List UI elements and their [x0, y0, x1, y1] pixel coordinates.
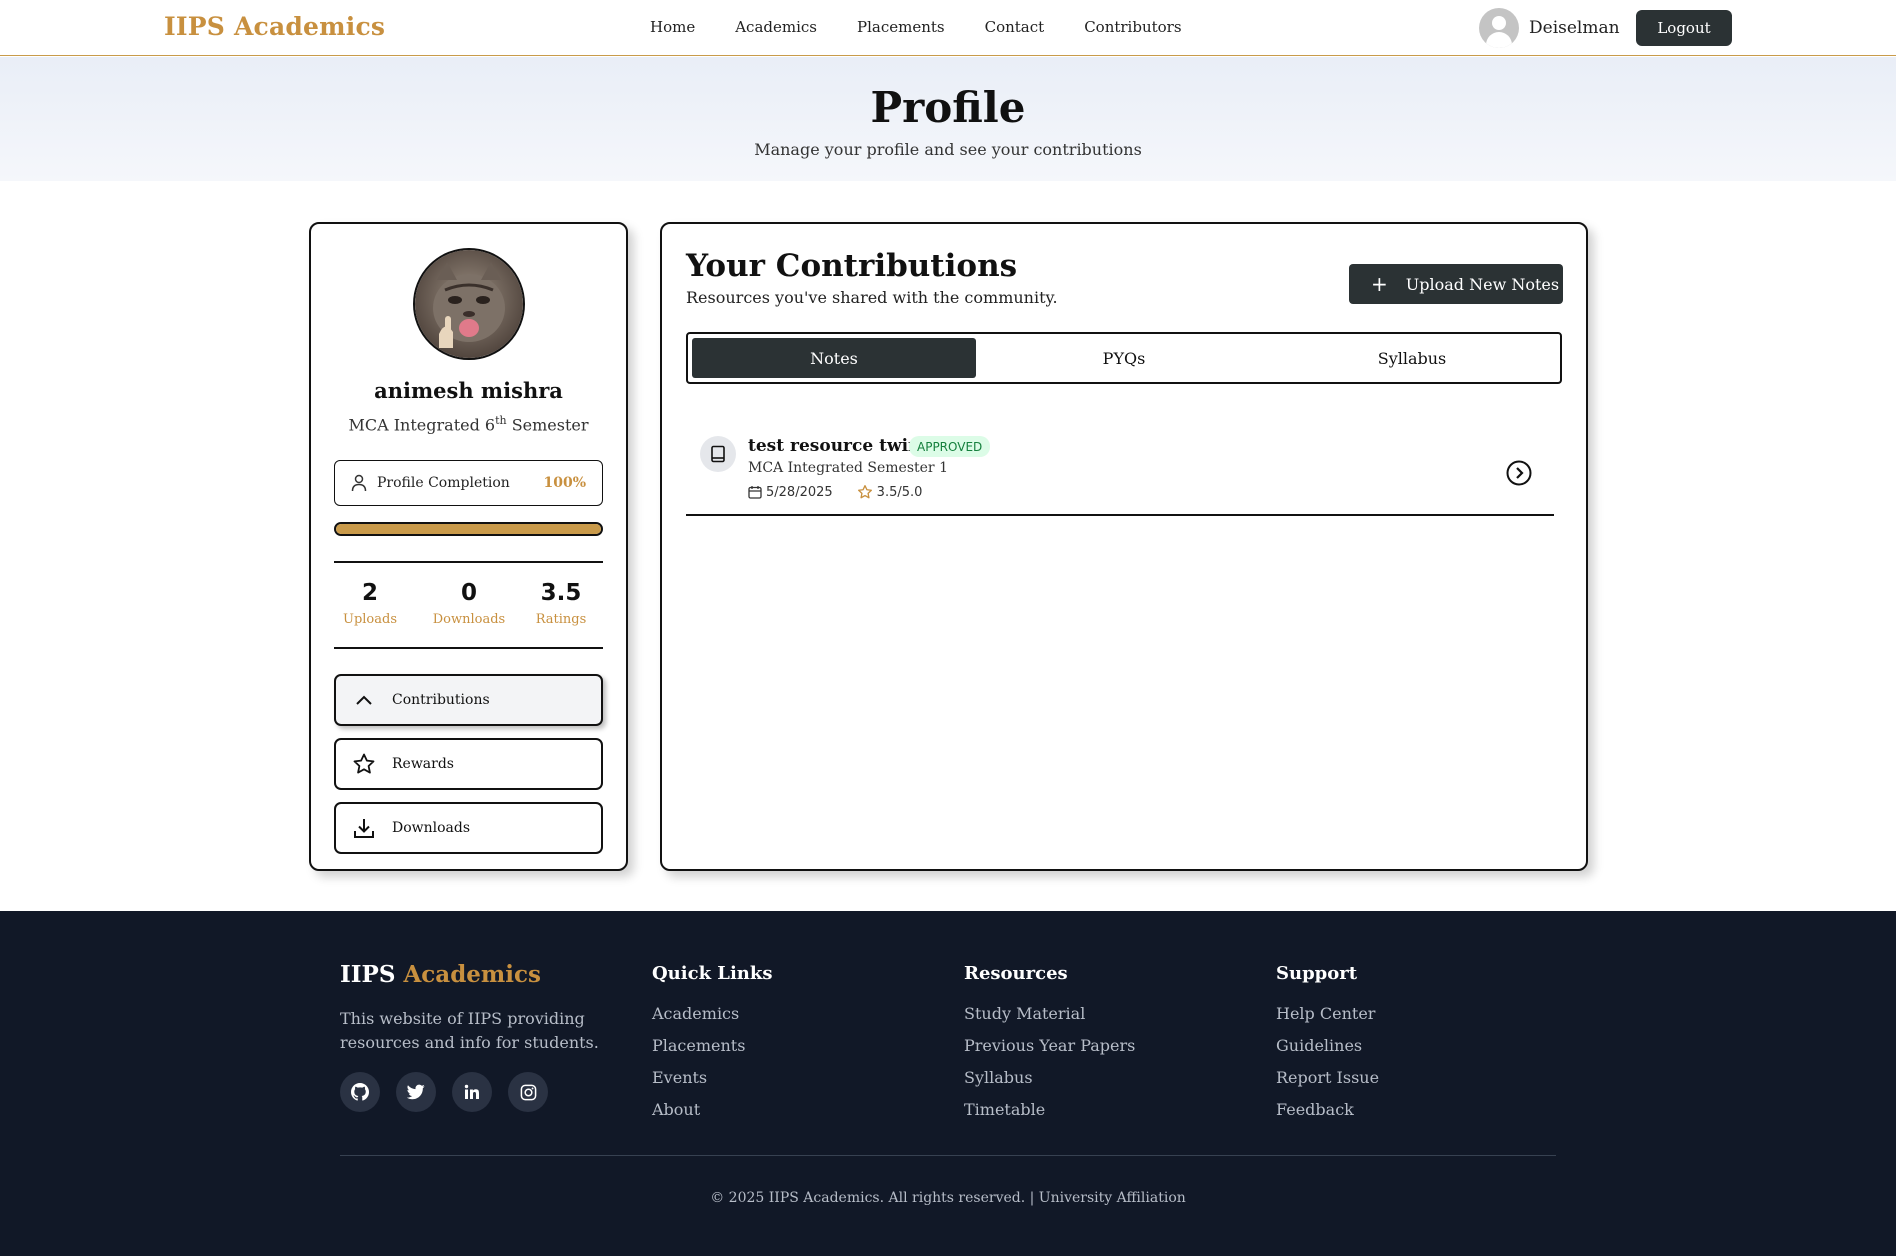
footer-brand: IIPS Academics [340, 961, 541, 988]
footer-link-feedback[interactable]: Feedback [1276, 1100, 1379, 1132]
stat-downloads: 0 Downloads [424, 580, 514, 627]
footer-link-report-issue[interactable]: Report Issue [1276, 1068, 1379, 1100]
nav-link-placements[interactable]: Placements [857, 18, 945, 36]
completion-label: Profile Completion [377, 475, 510, 491]
footer-link-previous-year-papers[interactable]: Previous Year Papers [964, 1036, 1135, 1068]
footer-link-placements[interactable]: Placements [652, 1036, 773, 1068]
stat-label: Ratings [535, 612, 587, 627]
stat-label: Uploads [342, 612, 397, 627]
profile-program: MCA Integrated 6th Semester [348, 414, 589, 435]
stat-value: 2 [361, 580, 378, 606]
footer-link-timetable[interactable]: Timetable [964, 1100, 1135, 1132]
user-avatar-icon[interactable] [1479, 8, 1519, 48]
footer-link-syllabus[interactable]: Syllabus [964, 1068, 1135, 1100]
contributions-subtitle: Resources you've shared with the communi… [686, 288, 1058, 307]
stat-value: 3.5 [540, 580, 582, 606]
footer-link-study-material[interactable]: Study Material [964, 1004, 1135, 1036]
user-icon [351, 474, 367, 492]
download-icon [352, 816, 376, 840]
github-icon[interactable] [340, 1072, 380, 1112]
footer-link-academics[interactable]: Academics [652, 1004, 773, 1036]
footer: IIPS Academics This website of IIPS prov… [0, 911, 1896, 1256]
resource-tabs: Notes PYQs Syllabus [686, 332, 1562, 384]
stat-uploads: 2 Uploads [325, 580, 415, 627]
footer-divider [340, 1155, 1556, 1156]
chevron-up-icon [352, 688, 376, 712]
status-badge: APPROVED [909, 436, 991, 457]
linkedin-icon[interactable] [452, 1072, 492, 1112]
tab-pyqs[interactable]: PYQs [980, 338, 1268, 378]
resource-course: MCA Integrated Semester 1 [748, 460, 948, 476]
stat-value: 0 [460, 580, 477, 606]
stat-ratings: 3.5 Ratings [516, 580, 606, 627]
profile-completion-box: Profile Completion 100% [334, 460, 603, 506]
profile-name: animesh mishra [374, 378, 563, 403]
footer-link-guidelines[interactable]: Guidelines [1276, 1036, 1379, 1068]
profile-card: animesh mishra MCA Integrated 6th Semest… [309, 222, 628, 871]
social-links [340, 1072, 564, 1112]
resource-rating: 3.5/5.0 [857, 484, 922, 500]
nav-link-contact[interactable]: Contact [985, 18, 1045, 36]
footer-heading: Quick Links [652, 963, 773, 984]
upload-notes-button[interactable]: + Upload New Notes [1349, 264, 1563, 304]
nav-link-home[interactable]: Home [650, 18, 695, 36]
sidebar-item-label: Contributions [392, 692, 490, 708]
footer-description: This website of IIPS providing resources… [340, 1009, 599, 1052]
footer-column-quick-links: Quick Links Academics Placements Events … [652, 963, 773, 1132]
footer-column-support: Support Help Center Guidelines Report Is… [1276, 963, 1379, 1132]
nav-link-contributors[interactable]: Contributors [1084, 18, 1181, 36]
footer-link-help-center[interactable]: Help Center [1276, 1004, 1379, 1036]
star-icon [857, 485, 872, 499]
footer-link-about[interactable]: About [652, 1100, 773, 1132]
sidebar-item-contributions[interactable]: Contributions [334, 674, 603, 726]
page-header: Profile Manage your profile and see your… [0, 57, 1896, 181]
contributions-card: Your Contributions Resources you've shar… [660, 222, 1588, 871]
footer-heading: Resources [964, 963, 1068, 984]
username[interactable]: Deiselman [1529, 18, 1620, 38]
copyright-text: © 2025 IIPS Academics. All rights reserv… [710, 1190, 1186, 1206]
top-navbar: IIPS Academics Home Academics Placements… [0, 0, 1896, 56]
brand-logo[interactable]: IIPS Academics [164, 12, 385, 41]
user-menu[interactable]: Deiselman [1479, 8, 1620, 48]
resource-date: 5/28/2025 [748, 485, 833, 500]
star-icon [352, 752, 376, 776]
footer-heading: Support [1276, 963, 1358, 984]
list-item[interactable]: test resource twin APPROVED MCA Integrat… [686, 416, 1554, 516]
divider [334, 561, 603, 563]
tab-notes[interactable]: Notes [692, 338, 976, 378]
logout-button[interactable]: Logout [1636, 10, 1732, 46]
twitter-icon[interactable] [396, 1072, 436, 1112]
sidebar-item-label: Downloads [392, 820, 471, 836]
sidebar-item-label: Rewards [392, 756, 454, 772]
resource-title[interactable]: test resource twin [748, 436, 920, 456]
instagram-icon[interactable] [508, 1072, 548, 1112]
footer-column-resources: Resources Study Material Previous Year P… [964, 963, 1135, 1132]
calendar-icon [748, 486, 762, 499]
sidebar-item-rewards[interactable]: Rewards [334, 738, 603, 790]
page-subtitle: Manage your profile and see your contrib… [754, 140, 1142, 159]
plus-icon: + [1371, 272, 1388, 296]
nav-links: Home Academics Placements Contact Contri… [650, 18, 1222, 36]
nav-link-academics[interactable]: Academics [735, 18, 817, 36]
stat-label: Downloads [432, 612, 506, 627]
completion-progress-bar [334, 522, 603, 536]
sidebar-item-downloads[interactable]: Downloads [334, 802, 603, 854]
chevron-right-circle-icon[interactable] [1506, 460, 1532, 486]
footer-link-events[interactable]: Events [652, 1068, 773, 1100]
page-title: Profile [870, 83, 1026, 132]
contributions-title: Your Contributions [686, 248, 1018, 284]
profile-avatar [413, 248, 525, 360]
resource-meta: 5/28/2025 3.5/5.0 [748, 484, 946, 500]
tab-syllabus[interactable]: Syllabus [1268, 338, 1556, 378]
completion-progress-fill [336, 524, 601, 534]
book-icon [700, 436, 736, 472]
completion-value: 100% [543, 475, 586, 491]
divider [334, 647, 603, 649]
